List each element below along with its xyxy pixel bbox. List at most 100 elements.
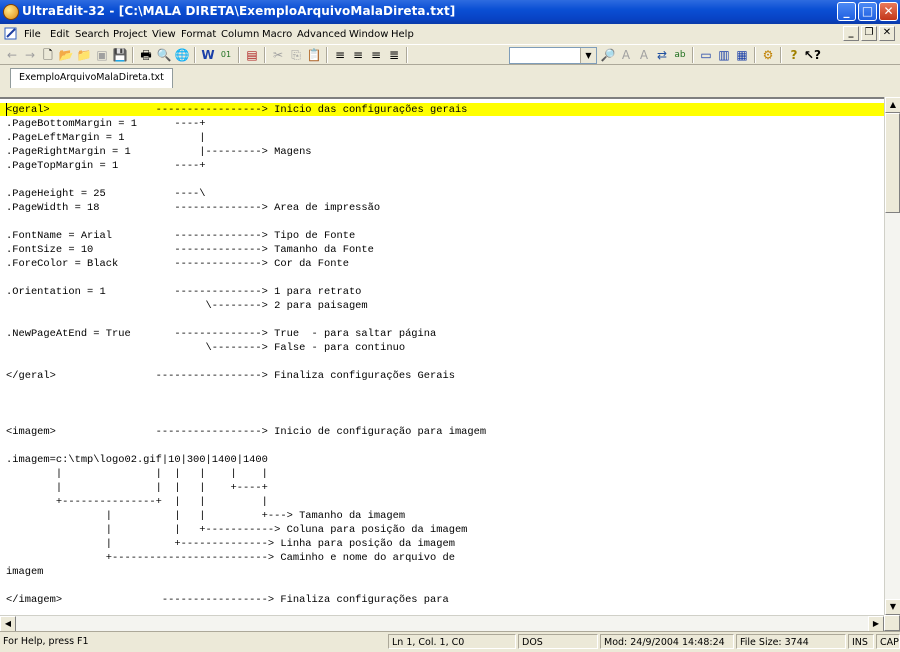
- menu-advanced[interactable]: Advanced: [297, 29, 346, 40]
- ftp-icon[interactable]: 🌐: [174, 47, 190, 63]
- status-format: DOS: [518, 634, 598, 649]
- scroll-left-button[interactable]: ◀: [0, 616, 16, 632]
- find-icon[interactable]: 🔎: [600, 47, 616, 63]
- scroll-up-button[interactable]: ▲: [885, 97, 900, 113]
- horizontal-scrollbar[interactable]: ◀ ▶: [0, 615, 884, 632]
- close-button[interactable]: ✕: [879, 2, 898, 21]
- status-modified: Mod: 24/9/2004 14:48:24: [600, 634, 734, 649]
- print-icon[interactable]: 🖶: [138, 47, 154, 63]
- find-next-icon[interactable]: A: [618, 47, 634, 63]
- editor-line: .PageTopMargin = 1 ----+: [6, 160, 206, 172]
- align-right-icon[interactable]: ≡: [368, 47, 384, 63]
- find-prev-icon[interactable]: A: [636, 47, 652, 63]
- editor-line: <geral> -----------------> Inicio das co…: [6, 104, 468, 116]
- status-filesize: File Size: 3744: [736, 634, 846, 649]
- menu-bar: File Edit Search Project View Format Col…: [0, 24, 900, 44]
- menu-column[interactable]: Column: [221, 29, 259, 40]
- editor-line: </geral> -----------------> Finaliza con…: [6, 370, 455, 382]
- menu-window[interactable]: Window: [349, 29, 388, 40]
- toolbar-separator: [194, 47, 196, 63]
- chevron-down-icon[interactable]: ▼: [580, 48, 596, 63]
- copy-icon[interactable]: ⎘: [288, 47, 304, 63]
- status-ins: INS: [848, 634, 874, 649]
- justify-icon[interactable]: ≣: [386, 47, 402, 63]
- menu-view[interactable]: View: [152, 29, 176, 40]
- editor-line: .PageHeight = 25 ----\: [6, 188, 206, 200]
- editor-area[interactable]: <geral> -----------------> Inicio das co…: [0, 97, 884, 615]
- cut-icon[interactable]: ✂: [270, 47, 286, 63]
- menu-search[interactable]: Search: [75, 29, 109, 40]
- menu-macro[interactable]: Macro: [262, 29, 292, 40]
- split-vertical-icon[interactable]: ▥: [716, 47, 732, 63]
- editor-line: \--------> False - para continuo: [6, 342, 406, 354]
- app-icon[interactable]: [3, 4, 19, 20]
- editor-line: .imagem=c:\tmp\logo02.gif|10|300|1400|14…: [6, 454, 268, 466]
- maximize-button[interactable]: □: [858, 2, 877, 21]
- editor-line: | +--------------> Linha para posição da…: [6, 538, 455, 550]
- mdi-close-button[interactable]: ✕: [879, 26, 895, 41]
- status-position: Ln 1, Col. 1, C0: [388, 634, 516, 649]
- editor-line: .ForeColor = Black --------------> Cor d…: [6, 258, 349, 270]
- toolbar-separator: [264, 47, 266, 63]
- document-icon: [4, 27, 17, 40]
- editor-line: .Orientation = 1 --------------> 1 para …: [6, 286, 362, 298]
- toolbar: ← → 🗋 📂 📁 ▣ 💾 🖶 🔍 🌐 W 01 ▤ ✂ ⎘ 📋 ≡ ≡ ≡ ≣…: [0, 44, 900, 65]
- find-combobox[interactable]: ▼: [509, 47, 597, 64]
- editor-line: .PageRightMargin = 1 |---------> Magens: [6, 146, 312, 158]
- split-horizontal-icon[interactable]: ▭: [698, 47, 714, 63]
- editor-line: </imagem> -----------------> Finaliza co…: [6, 594, 449, 606]
- file-tab-bar: ExemploArquivoMalaDireta.txt: [0, 64, 900, 91]
- context-help-icon[interactable]: ↖?: [804, 47, 821, 63]
- scroll-thumb[interactable]: [885, 113, 900, 213]
- menu-format[interactable]: Format: [181, 29, 216, 40]
- toolbar-separator: [132, 47, 134, 63]
- save-icon[interactable]: 💾: [112, 47, 128, 63]
- forward-icon[interactable]: →: [22, 47, 38, 63]
- toolbar-separator: [692, 47, 694, 63]
- format-icon[interactable]: ▤: [244, 47, 260, 63]
- editor-line: imagem: [6, 566, 44, 578]
- editor-line: \--------> 2 para paisagem: [6, 300, 368, 312]
- scroll-down-button[interactable]: ▼: [885, 599, 900, 615]
- editor-line: <imagem> -----------------> Inicio de co…: [6, 426, 487, 438]
- mdi-restore-button[interactable]: ❐: [861, 26, 877, 41]
- toolbar-separator: [238, 47, 240, 63]
- hex-mode-icon[interactable]: 01: [218, 47, 234, 63]
- new-file-icon[interactable]: 🗋: [40, 47, 56, 63]
- menu-edit[interactable]: Edit: [50, 29, 69, 40]
- title-bar: UltraEdit-32 - [C:\MALA DIRETA\ExemploAr…: [0, 0, 900, 24]
- text-cursor: [6, 103, 7, 116]
- align-center-icon[interactable]: ≡: [350, 47, 366, 63]
- back-icon[interactable]: ←: [4, 47, 20, 63]
- mdi-minimize-button[interactable]: _: [843, 26, 859, 41]
- vertical-scrollbar[interactable]: ▲ ▼: [884, 97, 900, 615]
- paste-icon[interactable]: 📋: [306, 47, 322, 63]
- open-icon[interactable]: 📁: [76, 47, 92, 63]
- close-file-icon[interactable]: ▣: [94, 47, 110, 63]
- status-bar: For Help, press F1 Ln 1, Col. 1, C0 DOS …: [0, 631, 900, 652]
- cascade-icon[interactable]: ▦: [734, 47, 750, 63]
- tools-icon[interactable]: ⚙: [760, 47, 776, 63]
- open-folder-icon[interactable]: 📂: [58, 47, 74, 63]
- menu-file[interactable]: File: [24, 29, 41, 40]
- editor-line: | | | | | |: [6, 468, 268, 480]
- file-tab[interactable]: ExemploArquivoMalaDireta.txt: [10, 68, 173, 88]
- menu-project[interactable]: Project: [113, 29, 147, 40]
- editor-line: .NewPageAtEnd = True --------------> Tru…: [6, 328, 437, 340]
- replace-icon[interactable]: ⇄: [654, 47, 670, 63]
- editor-line: | | | | +----+: [6, 482, 268, 494]
- editor-line: | | +-----------> Coluna para posição da…: [6, 524, 468, 536]
- word-wrap-icon[interactable]: W: [200, 47, 216, 63]
- align-left-icon[interactable]: ≡: [332, 47, 348, 63]
- help-icon[interactable]: ?: [786, 47, 802, 63]
- menu-help[interactable]: Help: [391, 29, 414, 40]
- editor-line: .PageLeftMargin = 1 |: [6, 132, 206, 144]
- editor-line: | | | +---> Tamanho da imagem: [6, 510, 406, 522]
- find-in-files-icon[interactable]: ab: [672, 47, 688, 63]
- print-preview-icon[interactable]: 🔍: [156, 47, 172, 63]
- status-help-text: For Help, press F1: [3, 636, 89, 647]
- toolbar-separator: [326, 47, 328, 63]
- minimize-button[interactable]: _: [837, 2, 856, 21]
- scroll-right-button[interactable]: ▶: [868, 616, 884, 632]
- toolbar-separator: [754, 47, 756, 63]
